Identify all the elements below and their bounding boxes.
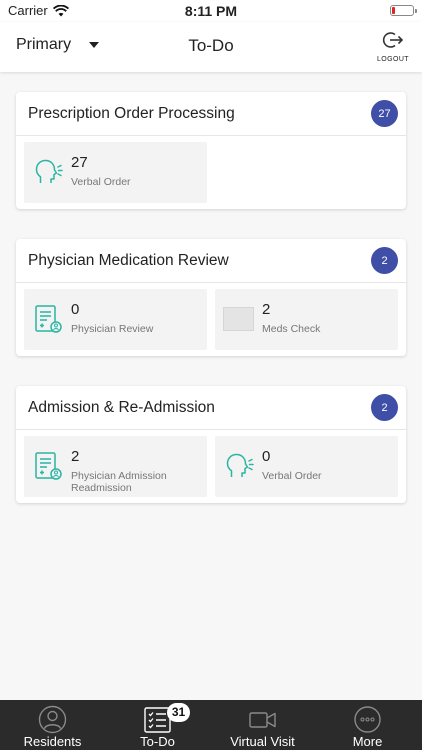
medical-document-icon — [35, 452, 62, 480]
person-icon — [38, 705, 67, 734]
tile-label: Verbal Order — [262, 470, 322, 482]
tile-label: Physician Admission Readmission — [71, 470, 167, 494]
tile-physician-review[interactable]: 0 Physician Review — [24, 289, 207, 350]
tab-label: More — [352, 734, 383, 749]
tile-verbal-order[interactable]: 0 Verbal Order — [215, 436, 398, 497]
tab-label: Residents — [23, 734, 82, 749]
section-count-badge: 27 — [371, 100, 398, 127]
tab-residents[interactable]: Residents — [0, 700, 105, 750]
section-admission-readmission: Admission & Re-Admission 2 2 Physician A… — [16, 386, 406, 503]
nav-bar: Primary To-Do LOGOUT — [0, 22, 422, 72]
speaking-head-icon — [35, 159, 63, 183]
section-title: Prescription Order Processing — [28, 104, 235, 122]
tile-count: 2 — [71, 448, 80, 465]
tab-more[interactable]: More — [315, 700, 420, 750]
tab-virtual-visit[interactable]: Virtual Visit — [210, 700, 315, 750]
battery-icon — [390, 5, 417, 16]
video-camera-icon — [249, 712, 276, 728]
logout-icon — [382, 32, 404, 48]
facility-selector-label: Primary — [16, 36, 72, 53]
tile-count: 0 — [262, 448, 271, 465]
logout-button[interactable]: LOGOUT — [374, 30, 412, 63]
tab-count-badge: 31 — [167, 703, 190, 722]
tile-verbal-order[interactable]: 27 Verbal Order — [24, 142, 207, 203]
image-placeholder-icon — [223, 307, 254, 331]
section-count-badge: 2 — [371, 394, 398, 421]
section-header[interactable]: Physician Medication Review 2 — [16, 239, 406, 283]
section-prescription-order-processing: Prescription Order Processing 27 27 Verb… — [16, 92, 406, 209]
section-header[interactable]: Admission & Re-Admission 2 — [16, 386, 406, 430]
status-time: 8:11 PM — [184, 3, 238, 19]
tile-physician-admission-readmission[interactable]: 2 Physician Admission Readmission — [24, 436, 207, 497]
tile-count: 2 — [262, 301, 271, 318]
tab-to-do[interactable]: 31 To-Do — [105, 700, 210, 750]
tab-label: To-Do — [140, 734, 175, 749]
speaking-head-icon — [226, 453, 254, 477]
section-title: Admission & Re-Admission — [28, 398, 215, 416]
status-bar: Carrier 8:11 PM — [0, 0, 422, 22]
tile-meds-check[interactable]: 2 Meds Check — [215, 289, 398, 350]
logout-label: LOGOUT — [377, 56, 409, 63]
tab-bar: Residents 31 To-Do Virtual Visit More — [0, 700, 422, 750]
tile-label: Verbal Order — [71, 176, 131, 188]
more-icon — [354, 706, 381, 733]
tile-count: 27 — [71, 154, 88, 171]
tile-label: Physician Review — [71, 323, 154, 335]
tab-label: Virtual Visit — [230, 734, 295, 749]
medical-document-icon — [35, 305, 62, 333]
facility-selector[interactable]: Primary — [16, 36, 100, 54]
tile-count: 0 — [71, 301, 80, 318]
caret-down-icon — [89, 42, 100, 48]
tile-label: Meds Check — [262, 323, 321, 335]
section-physician-medication-review: Physician Medication Review 2 0 Physicia… — [16, 239, 406, 356]
section-title: Physician Medication Review — [28, 251, 229, 269]
section-count-badge: 2 — [371, 247, 398, 274]
section-header[interactable]: Prescription Order Processing 27 — [16, 92, 406, 136]
